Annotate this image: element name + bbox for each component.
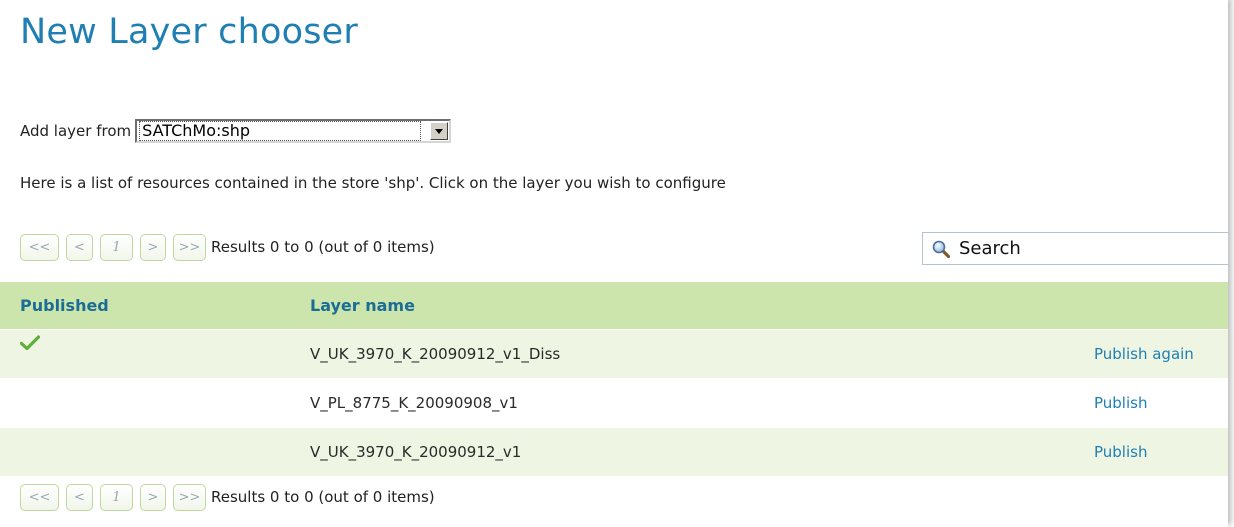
pager-results-text: Results 0 to 0 (out of 0 items)	[211, 488, 435, 506]
pager-last-button[interactable]: >>	[173, 483, 206, 511]
pager-next-button[interactable]: >	[140, 233, 166, 261]
pager-first-button[interactable]: <<	[20, 483, 59, 511]
col-published-header[interactable]: Published	[0, 282, 290, 330]
pager-page-button[interactable]: 1	[100, 483, 133, 511]
layer-name-cell: V_PL_8775_K_20090908_v1	[290, 378, 1073, 428]
action-cell: Publish	[1073, 378, 1228, 428]
page-title: New Layer chooser	[20, 12, 358, 52]
chevron-down-icon[interactable]	[430, 122, 449, 140]
store-select[interactable]: SATChMo:shp	[135, 119, 452, 143]
pager-top: << < 1 > >> Results 0 to 0 (out of 0 ite…	[20, 232, 435, 262]
layers-table: Published Layer name V_UK_3970_K_2009091…	[0, 282, 1228, 477]
action-cell: Publish	[1073, 427, 1228, 477]
add-layer-label: Add layer from	[20, 122, 132, 140]
add-layer-row: Add layer from SATChMo:shp	[20, 118, 452, 144]
pager-first-button[interactable]: <<	[20, 233, 59, 261]
layer-name-cell: V_UK_3970_K_20090912_v1	[290, 427, 1073, 477]
store-description: Here is a list of resources contained in…	[20, 174, 726, 192]
published-cell	[0, 329, 290, 379]
table-row: V_UK_3970_K_20090912_v1_Diss Publish aga…	[0, 329, 1228, 379]
table-header-row: Published Layer name	[0, 282, 1228, 330]
published-cell	[0, 378, 290, 428]
action-cell: Publish again	[1073, 329, 1228, 379]
pager-last-button[interactable]: >>	[173, 233, 206, 261]
pager-next-button[interactable]: >	[140, 483, 166, 511]
table-row: V_UK_3970_K_20090912_v1 Publish	[0, 427, 1228, 477]
col-action-header	[1073, 282, 1228, 330]
publish-link[interactable]: Publish	[1094, 443, 1147, 461]
pager-bottom: << < 1 > >> Results 0 to 0 (out of 0 ite…	[20, 482, 435, 512]
store-select-value: SATChMo:shp	[139, 121, 422, 141]
search-input[interactable]: Search	[922, 232, 1228, 265]
magnifier-icon	[932, 240, 951, 258]
pager-results-text: Results 0 to 0 (out of 0 items)	[211, 238, 435, 256]
published-cell	[0, 427, 290, 477]
publish-again-link[interactable]: Publish again	[1094, 345, 1194, 363]
pager-page-button[interactable]: 1	[100, 233, 133, 261]
search-placeholder: Search	[959, 238, 1021, 259]
pager-prev-button[interactable]: <	[66, 483, 93, 511]
publish-link[interactable]: Publish	[1094, 394, 1147, 412]
checkmark-icon	[19, 334, 41, 355]
page-frame: New Layer chooser Add layer from SATChMo…	[0, 0, 1228, 527]
layer-name-cell: V_UK_3970_K_20090912_v1_Diss	[290, 329, 1073, 379]
table-row: V_PL_8775_K_20090908_v1 Publish	[0, 378, 1228, 428]
col-layer-name-header[interactable]: Layer name	[290, 282, 1073, 330]
pager-prev-button[interactable]: <	[66, 233, 93, 261]
